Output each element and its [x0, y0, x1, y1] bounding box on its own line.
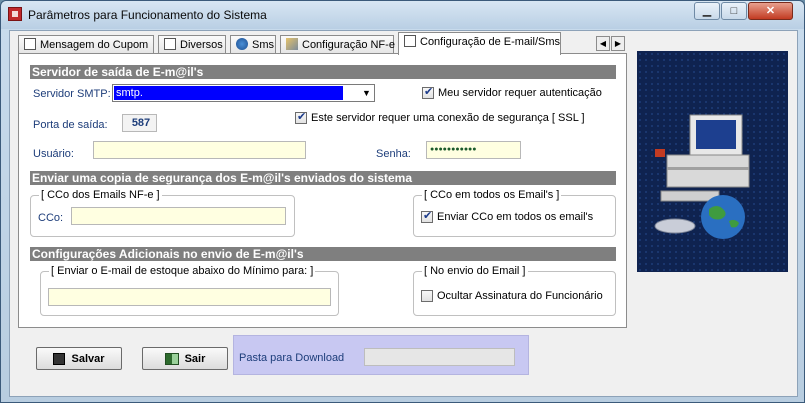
- globe-icon: [236, 38, 248, 50]
- maximize-button[interactable]: □: [721, 2, 747, 20]
- tab-sms[interactable]: Sms: [230, 35, 276, 55]
- document-icon: [164, 38, 176, 50]
- window-title: Parâmetros para Funcionamento do Sistema: [28, 8, 267, 22]
- app-icon: [8, 7, 22, 21]
- cco-nfe-caption: [ CCo dos Emails NF-e ]: [39, 189, 162, 201]
- checkbox-label: Ocultar Assinatura do Funcionário: [437, 290, 603, 302]
- smtp-select[interactable]: smtp. ▼: [112, 84, 375, 102]
- user-label: Usuário:: [33, 148, 74, 160]
- checkbox-box[interactable]: [421, 209, 433, 223]
- exit-door-icon: [164, 352, 179, 365]
- button-label: Salvar: [71, 352, 105, 365]
- tab-diversos[interactable]: Diversos: [158, 35, 226, 55]
- checkbox-label: Enviar CCo em todos os email's: [437, 211, 594, 223]
- cco-label: CCo:: [38, 212, 64, 224]
- stock-group: [ Enviar o E-mail de estoque abaixo do M…: [40, 265, 339, 316]
- document-icon: [24, 38, 36, 50]
- additional-section-header: Configurações Adicionais no envio de E-m…: [30, 247, 616, 261]
- password-input[interactable]: ●●●●●●●●●●●: [426, 141, 521, 159]
- tab-label: Configuração de E-mail/Sms: [420, 36, 561, 48]
- hide-signature-checkbox[interactable]: Ocultar Assinatura do Funcionário: [421, 290, 603, 302]
- ssl-checkbox[interactable]: Este servidor requer uma conexão de segu…: [295, 110, 585, 124]
- checkbox-box[interactable]: [421, 290, 433, 302]
- port-input[interactable]: 587: [122, 114, 157, 132]
- tab-configuracao-email-sms[interactable]: Configuração de E-mail/Sms: [398, 32, 561, 55]
- tab-mensagem-cupom[interactable]: Mensagem do Cupom: [18, 35, 154, 55]
- stock-caption: [ Enviar o E-mail de estoque abaixo do M…: [49, 265, 316, 277]
- checkbox-label: Meu servidor requer autenticação: [438, 87, 602, 99]
- email-config-panel: Servidor de saída de E-m@il's Servidor S…: [18, 53, 627, 328]
- smtp-label: Servidor SMTP:: [33, 88, 111, 100]
- tab-label: Sms: [252, 39, 274, 51]
- computer-globe-icon: [654, 114, 750, 239]
- pencil-icon: [286, 38, 298, 50]
- port-label: Porta de saída:: [33, 119, 108, 131]
- cco-all-caption: [ CCo em todos os Email's ]: [422, 189, 562, 201]
- title-bar[interactable]: Parâmetros para Funcionamento do Sistema…: [1, 1, 804, 29]
- smtp-value: smtp.: [114, 86, 343, 100]
- checkbox-box[interactable]: [295, 110, 307, 124]
- download-label: Pasta para Download: [239, 352, 345, 364]
- download-folder-input[interactable]: [364, 348, 515, 366]
- chevron-down-icon[interactable]: ▼: [359, 85, 374, 101]
- auth-checkbox[interactable]: Meu servidor requer autenticação: [422, 85, 602, 99]
- close-button[interactable]: ✕: [748, 2, 793, 20]
- minimize-button[interactable]: ▁: [694, 2, 720, 20]
- computer-illustration: [637, 51, 788, 272]
- tab-label: Mensagem do Cupom: [40, 39, 149, 51]
- exit-button[interactable]: Sair: [142, 347, 228, 370]
- tab-label: Configuração NF-e: [302, 39, 395, 51]
- cco-all-group: [ CCo em todos os Email's ] Enviar CCo e…: [413, 189, 616, 237]
- backup-section-header: Enviar uma copia de segurança dos E-m@il…: [30, 171, 616, 185]
- floppy-disk-icon: [53, 352, 66, 365]
- download-folder-area: Pasta para Download: [233, 335, 529, 375]
- main-window: Parâmetros para Funcionamento do Sistema…: [0, 0, 805, 403]
- document-icon: [404, 35, 416, 47]
- sending-caption: [ No envio do Email ]: [422, 265, 528, 277]
- tab-label: Diversos: [180, 39, 223, 51]
- cco-nfe-group: [ CCo dos Emails NF-e ] CCo:: [30, 189, 295, 237]
- user-input[interactable]: [93, 141, 306, 159]
- checkbox-label: Este servidor requer uma conexão de segu…: [311, 112, 585, 124]
- sending-group: [ No envio do Email ] Ocultar Assinatura…: [413, 265, 616, 316]
- stock-email-input[interactable]: [48, 288, 331, 306]
- server-section-header: Servidor de saída de E-m@il's: [30, 65, 616, 79]
- checkbox-box[interactable]: [422, 85, 434, 99]
- tab-scroll-right-button[interactable]: ▶: [611, 36, 625, 51]
- tab-configuracao-nfe[interactable]: Configuração NF-e: [280, 35, 395, 55]
- save-button[interactable]: Salvar: [36, 347, 122, 370]
- tab-scroll-left-button[interactable]: ◀: [596, 36, 610, 51]
- cco-all-checkbox[interactable]: Enviar CCo em todos os email's: [421, 209, 594, 223]
- client-area: Mensagem do Cupom Diversos Sms Configura…: [9, 30, 798, 397]
- button-label: Sair: [184, 352, 206, 365]
- password-label: Senha:: [376, 148, 411, 160]
- cco-input[interactable]: [71, 207, 286, 225]
